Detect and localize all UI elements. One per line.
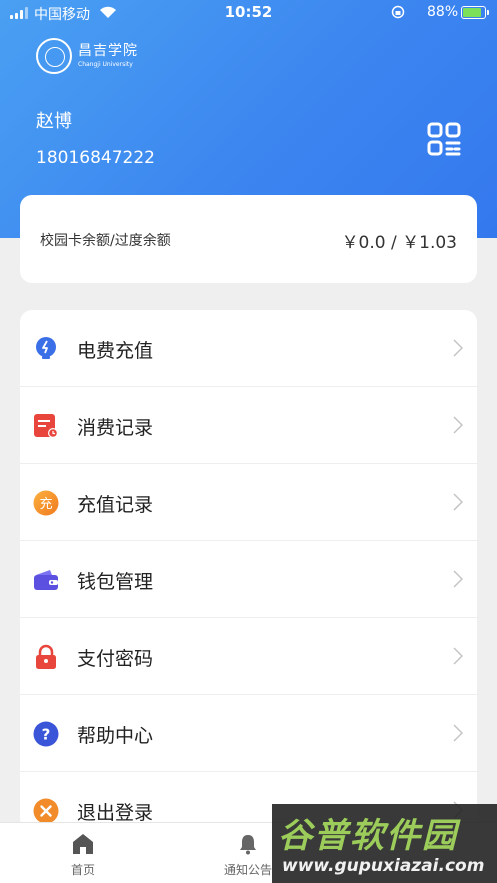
watermark-url: www.gupuxiazai.com bbox=[282, 856, 485, 876]
watermark-title: 谷普软件园 bbox=[278, 816, 458, 856]
qr-code-icon[interactable] bbox=[427, 122, 461, 156]
university-emblem-icon bbox=[36, 38, 72, 74]
battery-percent: 88% bbox=[427, 4, 459, 20]
balance-card[interactable]: 校园卡余额/过度余额 ￥0.0 / ￥1.03 bbox=[20, 195, 477, 283]
menu-label: 钱包管理 bbox=[77, 571, 154, 593]
balance-value: ￥0.0 / ￥1.03 bbox=[341, 233, 457, 253]
menu-item-electricity-recharge[interactable]: 电费充值 bbox=[20, 310, 477, 387]
logo-text-en: Changji University bbox=[78, 61, 133, 68]
recharge-icon: 充 bbox=[33, 490, 59, 516]
menu-label: 退出登录 bbox=[77, 802, 154, 824]
chevron-right-icon bbox=[453, 724, 464, 742]
tab-label: 首页 bbox=[70, 863, 95, 877]
user-name: 赵博 bbox=[36, 111, 72, 132]
lightbulb-icon bbox=[33, 336, 59, 362]
menu-item-recharge-records[interactable]: 充 充值记录 bbox=[20, 464, 477, 541]
chevron-right-icon bbox=[453, 570, 464, 588]
menu-label: 帮助中心 bbox=[77, 725, 154, 747]
lock-icon bbox=[33, 644, 59, 670]
help-glyph: ? bbox=[42, 726, 51, 744]
menu-item-consumption-records[interactable]: 消费记录 bbox=[20, 387, 477, 464]
logo-text-cn: 昌吉学院 bbox=[78, 43, 138, 59]
recharge-glyph: 充 bbox=[39, 496, 52, 512]
user-phone: 18016847222 bbox=[36, 148, 155, 168]
status-time: 10:52 bbox=[224, 3, 273, 21]
chevron-right-icon bbox=[453, 416, 464, 434]
balance-label: 校园卡余额/过度余额 bbox=[40, 233, 171, 249]
bell-icon bbox=[237, 833, 259, 855]
menu-label: 电费充值 bbox=[77, 340, 154, 362]
university-logo: 昌吉学院 Changji University bbox=[36, 38, 138, 76]
receipt-icon bbox=[33, 413, 59, 439]
rotation-lock-icon bbox=[391, 5, 405, 19]
status-bar: 中国移动 10:52 88% bbox=[0, 0, 497, 26]
tab-home[interactable]: 首页 bbox=[43, 823, 123, 883]
site-watermark: 谷普软件园 www.gupuxiazai.com bbox=[272, 804, 497, 883]
menu-label: 支付密码 bbox=[77, 648, 154, 670]
menu-item-payment-password[interactable]: 支付密码 bbox=[20, 618, 477, 695]
service-menu: 电费充值 消费记录 充 充值记录 钱包管理 支付密码 ? 帮助中心 退出登录 bbox=[20, 310, 477, 830]
chevron-right-icon bbox=[453, 493, 464, 511]
menu-label: 充值记录 bbox=[77, 494, 154, 516]
chevron-right-icon bbox=[453, 339, 464, 357]
menu-item-help-center[interactable]: ? 帮助中心 bbox=[20, 695, 477, 772]
menu-item-wallet-management[interactable]: 钱包管理 bbox=[20, 541, 477, 618]
battery-icon bbox=[461, 6, 489, 19]
wallet-icon bbox=[33, 567, 59, 593]
menu-label: 消费记录 bbox=[77, 417, 154, 439]
logout-icon bbox=[33, 798, 59, 824]
home-icon bbox=[72, 833, 94, 855]
help-icon: ? bbox=[33, 721, 59, 747]
chevron-right-icon bbox=[453, 647, 464, 665]
